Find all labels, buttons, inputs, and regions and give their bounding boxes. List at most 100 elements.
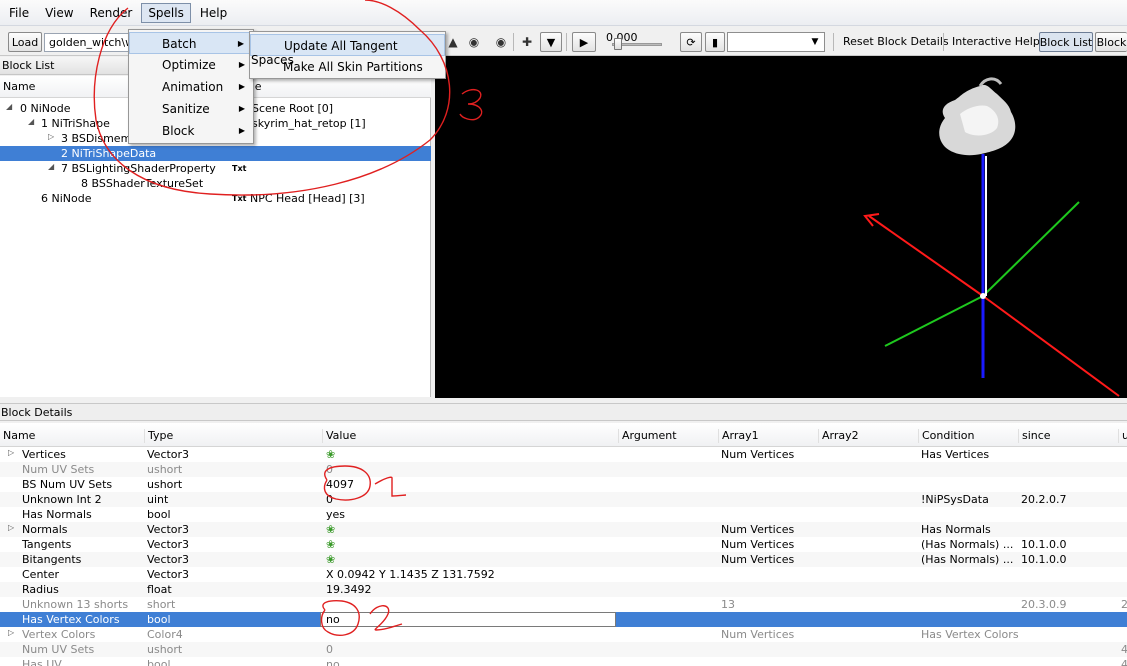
array-icon[interactable]: ❀ bbox=[326, 448, 335, 461]
column-header-value[interactable]: me bbox=[240, 76, 431, 98]
array-icon[interactable]: ❀ bbox=[326, 553, 335, 566]
tree-item-name: 7 BSLightingShaderProperty bbox=[61, 162, 216, 175]
menu-item-update-all-tangent-spaces[interactable]: Update All Tangent Spaces bbox=[250, 34, 445, 67]
field-array1: Num Vertices bbox=[721, 628, 795, 641]
submenu-arrow-icon: ▶ bbox=[238, 82, 245, 91]
table-row[interactable]: Num UV Sets ushort 0 bbox=[0, 462, 1127, 477]
table-row[interactable]: BS Num UV Sets ushort 4097 bbox=[0, 477, 1127, 492]
menu-render[interactable]: Render bbox=[83, 3, 140, 23]
menu-item-animation[interactable]: Animation ▶ bbox=[129, 76, 253, 98]
column-header-until[interactable]: u bbox=[1118, 429, 1127, 443]
load-button[interactable]: Load bbox=[8, 32, 42, 52]
value-editor[interactable]: no bbox=[320, 612, 616, 627]
tree-row[interactable]: 8 BSShaderTextureSet bbox=[0, 176, 431, 191]
column-header-type[interactable]: Type bbox=[144, 429, 173, 443]
expand-arrow-icon[interactable]: ◢ bbox=[28, 117, 34, 126]
collapsed-arrow-icon[interactable]: ▷ bbox=[8, 628, 14, 637]
field-condition: Has Vertices bbox=[921, 448, 990, 461]
loop-icon: ⟳ bbox=[686, 35, 696, 49]
menu-item-optimize[interactable]: Optimize ▶ bbox=[129, 54, 253, 76]
toolbar-separator bbox=[833, 33, 834, 51]
tree-item-name: 2 NiTriShapeData bbox=[61, 147, 157, 160]
interactive-help-button[interactable]: Interactive Help bbox=[952, 35, 1040, 48]
view-dropdown-button[interactable]: ▼ bbox=[540, 32, 562, 52]
table-row[interactable]: Num UV Sets ushort 0 4 bbox=[0, 642, 1127, 657]
field-array1: 13 bbox=[721, 598, 735, 611]
menu-spells[interactable]: Spells bbox=[141, 2, 191, 23]
table-row[interactable]: Unknown Int 2 uint 0 !NiPSysData 20.2.0.… bbox=[0, 492, 1127, 507]
table-header: Name Type Value Argument Array1 Array2 C… bbox=[0, 423, 1127, 447]
render-viewport[interactable] bbox=[435, 56, 1127, 398]
tree-row-selected[interactable]: 2 NiTriShapeData bbox=[0, 146, 431, 161]
expand-arrow-icon[interactable]: ◢ bbox=[6, 102, 12, 111]
toolbar-separator bbox=[943, 33, 944, 51]
block-toggle[interactable]: Block bbox=[1095, 32, 1127, 52]
field-since: 20.2.0.7 bbox=[1021, 493, 1067, 506]
reset-block-details-button[interactable]: Reset Block Details bbox=[843, 35, 949, 48]
field-name: Normals bbox=[22, 523, 68, 536]
array-icon[interactable]: ❀ bbox=[326, 538, 335, 551]
y-axis-line bbox=[982, 201, 1080, 297]
table-row[interactable]: ▷ Vertex Colors Color4 Num Vertices Has … bbox=[0, 627, 1127, 642]
origin-point bbox=[980, 293, 986, 299]
table-row[interactable]: Has Normals bool yes bbox=[0, 507, 1127, 522]
table-row[interactable]: Radius float 19.3492 bbox=[0, 582, 1127, 597]
axes-icon[interactable]: ✚ bbox=[517, 33, 537, 51]
block-details-table: Name Type Value Argument Array1 Array2 C… bbox=[0, 423, 1127, 666]
hat-icon[interactable]: ▲ bbox=[443, 33, 463, 51]
table-row[interactable]: Bitangents Vector3 ❀ Num Vertices (Has N… bbox=[0, 552, 1127, 567]
column-header-value[interactable]: Value bbox=[322, 429, 356, 443]
collapsed-arrow-icon[interactable]: ▷ bbox=[8, 448, 14, 457]
expand-arrow-icon[interactable]: ◢ bbox=[48, 162, 54, 171]
tree-row[interactable]: ◢ 7 BSLightingShaderProperty Txt bbox=[0, 161, 431, 176]
x-axis-arrow bbox=[863, 213, 880, 227]
field-name: Unknown Int 2 bbox=[22, 493, 102, 506]
loop-button[interactable]: ⟳ bbox=[680, 32, 702, 52]
menu-item-label: Make All Skin Partitions bbox=[283, 60, 423, 74]
animation-select[interactable]: ▼ bbox=[727, 32, 825, 52]
txt-badge: Txt bbox=[232, 194, 247, 203]
switch-button[interactable]: ▮ bbox=[705, 32, 725, 52]
block-list-toggle[interactable]: Block List bbox=[1039, 32, 1093, 52]
column-header-array2[interactable]: Array2 bbox=[818, 429, 859, 443]
table-row[interactable]: Unknown 13 shorts short 13 20.3.0.9 2 bbox=[0, 597, 1127, 612]
menu-file[interactable]: File bbox=[2, 3, 36, 23]
menu-view[interactable]: View bbox=[38, 3, 80, 23]
field-array1: Num Vertices bbox=[721, 523, 795, 536]
column-header-since[interactable]: since bbox=[1018, 429, 1051, 443]
time-slider-handle[interactable] bbox=[614, 38, 622, 50]
column-header-condition[interactable]: Condition bbox=[918, 429, 975, 443]
table-row-selected[interactable]: Has Vertex Colors bool no bbox=[0, 612, 1127, 627]
tree-item-name: 8 BSShaderTextureSet bbox=[81, 177, 204, 190]
table-row[interactable]: ▷ Vertices Vector3 ❀ Num Vertices Has Ve… bbox=[0, 447, 1127, 462]
field-name: Bitangents bbox=[22, 553, 82, 566]
collapsed-arrow-icon[interactable]: ▷ bbox=[48, 132, 54, 141]
field-array1: Num Vertices bbox=[721, 538, 795, 551]
menu-item-block[interactable]: Block ▶ bbox=[129, 120, 253, 142]
column-header-array1[interactable]: Array1 bbox=[718, 429, 759, 443]
field-condition: (Has Normals) ... bbox=[921, 553, 1014, 566]
table-row[interactable]: Has UV bool no 4 bbox=[0, 657, 1127, 666]
column-header-argument[interactable]: Argument bbox=[618, 429, 677, 443]
table-row[interactable]: Center Vector3 X 0.0942 Y 1.1435 Z 131.7… bbox=[0, 567, 1127, 582]
tree-item-name: 3 BSDismem bbox=[61, 132, 132, 145]
menu-help[interactable]: Help bbox=[193, 3, 234, 23]
array-icon[interactable]: ❀ bbox=[326, 523, 335, 536]
field-type: Vector3 bbox=[147, 523, 190, 536]
field-type: Vector3 bbox=[147, 568, 190, 581]
file-path-field[interactable]: golden_witch\wit bbox=[44, 33, 130, 52]
tree-row[interactable]: 6 NiNode Txt NPC Head [Head] [3] bbox=[0, 191, 431, 206]
eye-icon[interactable]: ◉ bbox=[464, 33, 484, 51]
field-type: Vector3 bbox=[147, 538, 190, 551]
play-button[interactable]: ▶ bbox=[572, 32, 596, 52]
field-condition: Has Vertex Colors bbox=[921, 628, 1019, 641]
field-type: bool bbox=[147, 613, 171, 626]
normal-icon[interactable]: ◉ bbox=[491, 33, 511, 51]
table-row[interactable]: ▷ Normals Vector3 ❀ Num Vertices Has Nor… bbox=[0, 522, 1127, 537]
collapsed-arrow-icon[interactable]: ▷ bbox=[8, 523, 14, 532]
menu-item-sanitize[interactable]: Sanitize ▶ bbox=[129, 98, 253, 120]
column-header-name[interactable]: Name bbox=[0, 429, 35, 443]
menu-item-make-all-skin-partitions[interactable]: Make All Skin Partitions bbox=[250, 56, 445, 78]
table-row[interactable]: Tangents Vector3 ❀ Num Vertices (Has Nor… bbox=[0, 537, 1127, 552]
menu-item-batch[interactable]: Batch ▶ bbox=[129, 32, 253, 54]
